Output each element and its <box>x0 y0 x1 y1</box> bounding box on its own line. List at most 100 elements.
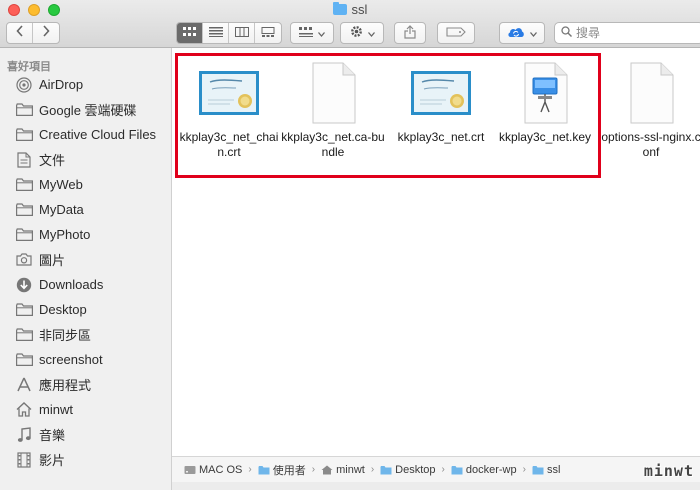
column-view-button[interactable] <box>229 23 255 43</box>
sidebar-item-label: 文件 <box>39 153 66 168</box>
path-bar: MAC OS › 使用者 › minwt › Desktop › docker-… <box>172 456 700 482</box>
sidebar-item-airdrop[interactable]: AirDrop <box>0 72 171 97</box>
music-icon <box>15 426 33 443</box>
sidebar-item-label: Google 雲端硬碟 <box>39 103 137 118</box>
cloud-sync-icon <box>507 26 525 41</box>
watermark: minwt <box>643 462 694 480</box>
home-icon <box>15 402 33 418</box>
sidebar-item-myweb[interactable]: MyWeb <box>0 172 171 197</box>
file-item[interactable]: options-ssl-nginx.conf <box>598 58 700 160</box>
back-button[interactable] <box>7 23 33 43</box>
window-title: ssl <box>0 2 700 17</box>
sidebar-item-label: 圖片 <box>39 253 66 268</box>
folder-icon <box>15 302 33 318</box>
airdrop-icon <box>15 76 33 93</box>
apps-icon <box>15 377 33 393</box>
list-view-button[interactable] <box>203 23 229 43</box>
gallery-view-button[interactable] <box>255 23 281 43</box>
folder-icon <box>15 327 33 343</box>
sidebar-item-applications[interactable]: 應用程式 <box>0 372 171 397</box>
sidebar: 喜好項目 AirDrop Google 雲端硬碟 Creative Cloud … <box>0 48 172 490</box>
sidebar-item-label: Desktop <box>39 302 87 317</box>
forward-button[interactable] <box>33 23 59 43</box>
gear-icon <box>350 25 363 41</box>
sidebar-item-label: Creative Cloud Files <box>39 127 157 142</box>
gallery-icon <box>261 24 275 42</box>
sidebar-item-label: screenshot <box>39 352 103 367</box>
sidebar-item-pictures[interactable]: 圖片 <box>0 247 171 272</box>
folder-icon <box>15 227 33 243</box>
view-mode-control <box>176 22 282 44</box>
chevron-right-icon: › <box>370 464 375 475</box>
columns-icon <box>234 24 249 42</box>
selection-highlight-box <box>175 53 601 178</box>
document-icon <box>15 151 33 168</box>
sidebar-item-screenshot[interactable]: screenshot <box>0 347 171 372</box>
group-by-button[interactable] <box>290 22 334 44</box>
path-crumb-users[interactable]: 使用者 › <box>258 462 321 478</box>
blank-file-icon <box>598 58 700 128</box>
action-menu-button[interactable] <box>340 22 384 44</box>
tags-button[interactable] <box>437 22 475 44</box>
search-input[interactable] <box>576 26 686 40</box>
sidebar-item-label: MyPhoto <box>39 227 91 242</box>
sidebar-item-label: MyWeb <box>39 177 83 192</box>
group-grid-icon <box>299 26 313 40</box>
sidebar-item-label: MyData <box>39 202 84 217</box>
sidebar-item-music[interactable]: 音樂 <box>0 422 171 447</box>
chevron-right-icon: › <box>248 464 252 475</box>
chevron-right-icon: › <box>441 464 445 475</box>
chevron-down-icon <box>367 26 375 40</box>
path-crumb-home[interactable]: minwt › <box>321 464 380 476</box>
film-icon <box>15 451 33 468</box>
list-icon <box>208 24 223 42</box>
sidebar-item-label: AirDrop <box>39 77 84 92</box>
chevron-down-icon <box>318 26 325 40</box>
download-icon <box>15 277 33 293</box>
sidebar-item-creative-cloud[interactable]: Creative Cloud Files <box>0 122 171 147</box>
sidebar-item-mydata[interactable]: MyData <box>0 197 171 222</box>
sidebar-item-google-drive[interactable]: Google 雲端硬碟 <box>0 97 171 122</box>
sidebar-item-documents[interactable]: 文件 <box>0 147 171 172</box>
folder-icon <box>15 102 33 118</box>
cloud-sync-button[interactable] <box>499 22 545 44</box>
path-crumb-disk[interactable]: MAC OS › <box>184 464 258 476</box>
sidebar-item-label: 非同步區 <box>39 328 92 343</box>
share-button[interactable] <box>394 22 426 44</box>
sidebar-item-label: Downloads <box>39 277 104 292</box>
sidebar-item-async-area[interactable]: 非同步區 <box>0 322 171 347</box>
folder-icon <box>15 352 33 368</box>
chevron-down-icon <box>530 26 537 40</box>
sidebar-item-movies[interactable]: 影片 <box>0 447 171 472</box>
folder-icon <box>258 465 270 475</box>
share-icon <box>404 24 416 42</box>
sidebar-item-label: 影片 <box>39 453 66 468</box>
grid-icon <box>182 24 197 42</box>
path-crumb-ssl[interactable]: ssl <box>532 464 560 476</box>
path-crumb-docker-wp[interactable]: docker-wp › <box>451 464 532 476</box>
folder-icon <box>532 465 544 475</box>
folder-icon <box>380 465 392 475</box>
status-bar <box>172 482 700 490</box>
sidebar-item-myphoto[interactable]: MyPhoto <box>0 222 171 247</box>
path-crumb-desktop[interactable]: Desktop › <box>380 464 451 476</box>
folder-icon <box>332 2 347 15</box>
chevron-left-icon <box>15 24 24 42</box>
folder-icon <box>15 202 33 218</box>
tag-icon <box>446 26 466 40</box>
camera-icon <box>15 252 33 268</box>
search-field[interactable] <box>554 22 700 44</box>
search-icon <box>561 24 572 42</box>
sidebar-item-label: minwt <box>39 402 73 417</box>
chevron-right-icon <box>42 24 50 42</box>
icon-view-button[interactable] <box>177 23 203 43</box>
chevron-right-icon: › <box>311 464 316 475</box>
sidebar-item-downloads[interactable]: Downloads <box>0 272 171 297</box>
folder-icon <box>15 127 33 143</box>
chevron-right-icon: › <box>522 464 526 475</box>
navigation-buttons <box>6 22 60 44</box>
sidebar-item-home[interactable]: minwt <box>0 397 171 422</box>
sidebar-item-desktop[interactable]: Desktop <box>0 297 171 322</box>
home-icon <box>321 465 333 475</box>
sidebar-item-label: 音樂 <box>39 428 66 443</box>
